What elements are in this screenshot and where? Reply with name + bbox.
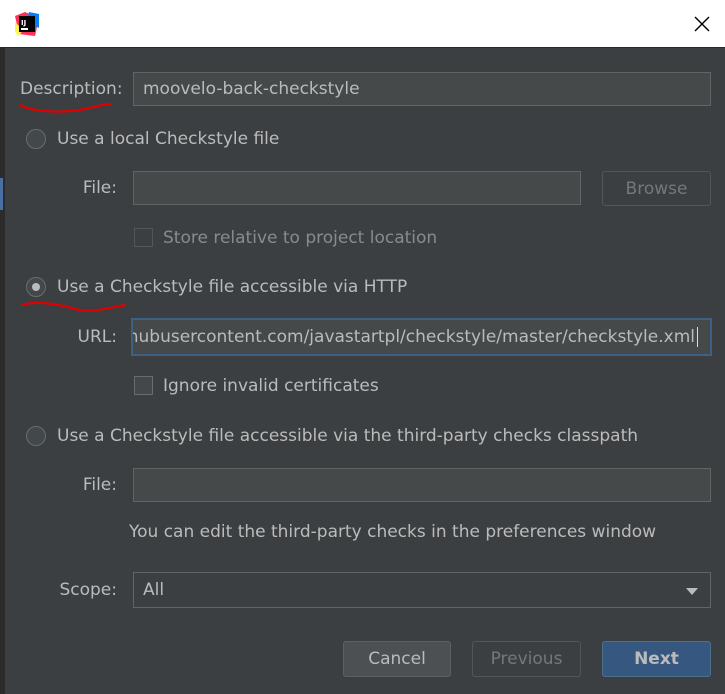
store-relative-checkbox[interactable]: [134, 228, 153, 247]
title-bar: IJ: [0, 0, 725, 48]
next-button[interactable]: Next: [602, 641, 711, 677]
local-file-radio-label: Use a local Checkstyle file: [57, 129, 280, 149]
window-left-edge-marker: [0, 178, 3, 210]
url-input[interactable]: w.githubusercontent.com/javastartpl/chec…: [131, 318, 712, 356]
close-button[interactable]: [679, 0, 725, 47]
local-file-input[interactable]: [133, 171, 581, 205]
url-label: URL:: [77, 327, 117, 347]
http-file-radio-label: Use a Checkstyle file accessible via HTT…: [57, 277, 408, 297]
svg-text:IJ: IJ: [21, 19, 26, 27]
annotation-underline-http: [20, 301, 127, 312]
local-file-radio[interactable]: [26, 129, 46, 149]
description-value: moovelo-back-checkstyle: [143, 79, 360, 99]
classpath-file-input[interactable]: [133, 468, 711, 502]
chevron-down-icon: [686, 588, 698, 595]
third-party-checks-hint: You can edit the third-party checks in t…: [129, 522, 657, 542]
scope-value: All: [143, 580, 165, 600]
ignore-certificates-label: Ignore invalid certificates: [163, 376, 379, 396]
store-relative-label: Store relative to project location: [163, 228, 438, 248]
scope-select[interactable]: All: [133, 572, 711, 608]
ignore-certificates-checkbox[interactable]: [134, 376, 153, 395]
url-value: w.githubusercontent.com/javastartpl/chec…: [131, 327, 695, 347]
description-input[interactable]: moovelo-back-checkstyle: [133, 72, 711, 106]
http-file-radio[interactable]: [26, 277, 46, 297]
browse-button[interactable]: Browse: [602, 171, 711, 206]
text-caret: [697, 327, 698, 347]
local-file-label: File:: [82, 178, 117, 198]
cancel-button[interactable]: Cancel: [343, 641, 451, 677]
scope-label: Scope:: [59, 580, 117, 600]
description-label: Description:: [20, 79, 123, 99]
close-icon: [694, 16, 710, 31]
intellij-idea-icon: IJ: [15, 12, 39, 36]
classpath-file-radio-label: Use a Checkstyle file accessible via the…: [57, 426, 639, 446]
annotation-underline-description: [18, 102, 112, 113]
previous-button[interactable]: Previous: [472, 641, 581, 677]
classpath-file-label: File:: [82, 475, 117, 495]
url-input-text: w.githubusercontent.com/javastartpl/chec…: [131, 327, 698, 347]
window-left-edge: [0, 47, 5, 694]
classpath-file-radio[interactable]: [26, 426, 46, 446]
